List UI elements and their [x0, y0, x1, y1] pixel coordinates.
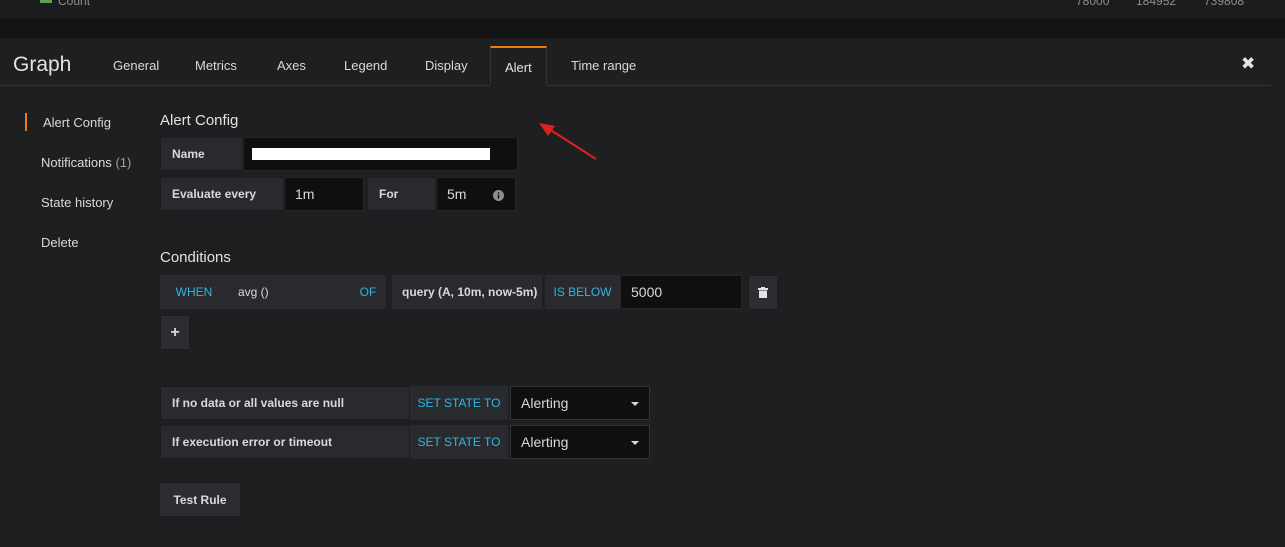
- query-select[interactable]: query (A, 10m, now-5m): [392, 275, 542, 309]
- test-rule-button[interactable]: Test Rule: [159, 482, 241, 517]
- notification-count: (1): [115, 155, 132, 170]
- legend-stat: 184952: [1136, 0, 1177, 8]
- tab-general[interactable]: General: [113, 58, 159, 73]
- tab-alert[interactable]: Alert: [490, 46, 547, 86]
- sidebar-item-label: Notifications: [41, 155, 112, 170]
- of-keyword: OF: [350, 275, 386, 309]
- plus-icon: +: [170, 323, 180, 341]
- info-icon[interactable]: [493, 190, 504, 201]
- tab-display[interactable]: Display: [425, 58, 468, 73]
- alert-config-title: Alert Config: [160, 112, 239, 129]
- legend-stat: 739808: [1204, 0, 1245, 8]
- sidebar-item-label: Alert Config: [43, 115, 111, 130]
- tab-axes[interactable]: Axes: [277, 58, 306, 73]
- name-input[interactable]: [243, 137, 518, 171]
- reducer-select[interactable]: avg (): [228, 275, 350, 309]
- annotation-arrow: [539, 123, 597, 160]
- panel-editor: Graph General Metrics Axes Legend Displa…: [0, 38, 1285, 547]
- evaluator-select[interactable]: IS BELOW: [545, 275, 620, 309]
- set-state-keyword: SET STATE TO: [410, 386, 508, 420]
- no-data-label: If no data or all values are null: [160, 386, 410, 420]
- exec-error-state-select[interactable]: Alerting: [510, 425, 650, 459]
- evaluate-every-label: Evaluate every: [160, 177, 284, 211]
- editor-title: Graph: [13, 53, 72, 76]
- close-icon[interactable]: ✖: [1241, 54, 1255, 74]
- editor-header: Graph General Metrics Axes Legend Displa…: [0, 38, 1271, 86]
- when-keyword: WHEN: [160, 275, 228, 309]
- legend-stat: 78000: [1076, 0, 1110, 8]
- sidebar-item-delete[interactable]: Delete: [41, 235, 79, 250]
- sidebar-item-state-history[interactable]: State history: [41, 195, 113, 210]
- delete-condition-button[interactable]: [748, 275, 778, 310]
- no-data-state-select[interactable]: Alerting: [510, 386, 650, 420]
- evaluate-every-input[interactable]: 1m: [284, 177, 364, 211]
- sidebar-item-notifications[interactable]: Notifications (1): [41, 155, 131, 170]
- set-state-keyword: SET STATE TO: [410, 425, 508, 459]
- trash-icon: [758, 287, 768, 298]
- tab-legend[interactable]: Legend: [344, 58, 387, 73]
- threshold-input[interactable]: 5000: [620, 275, 742, 309]
- sidebar-item-alert-config[interactable]: Alert Config: [43, 115, 111, 130]
- background-panel-strip: Count 78000 184952 739808: [0, 0, 1285, 18]
- for-input[interactable]: 5m: [436, 177, 516, 211]
- add-condition-button[interactable]: +: [160, 315, 190, 350]
- legend-label: Count: [58, 0, 91, 8]
- conditions-title: Conditions: [160, 249, 231, 266]
- tab-metrics[interactable]: Metrics: [195, 58, 237, 73]
- sidebar-item-label: State history: [41, 195, 114, 210]
- legend-item[interactable]: Count: [40, 0, 90, 8]
- sidebar-item-label: Delete: [41, 235, 79, 250]
- chevron-down-icon: [631, 402, 639, 406]
- redaction-mark: [252, 148, 490, 160]
- tab-time-range[interactable]: Time range: [571, 58, 636, 73]
- for-label: For: [367, 177, 436, 211]
- legend-swatch: [40, 0, 52, 3]
- name-label: Name: [160, 137, 243, 171]
- chevron-down-icon: [631, 441, 639, 445]
- active-indicator: [25, 113, 27, 131]
- exec-error-label: If execution error or timeout: [160, 425, 410, 459]
